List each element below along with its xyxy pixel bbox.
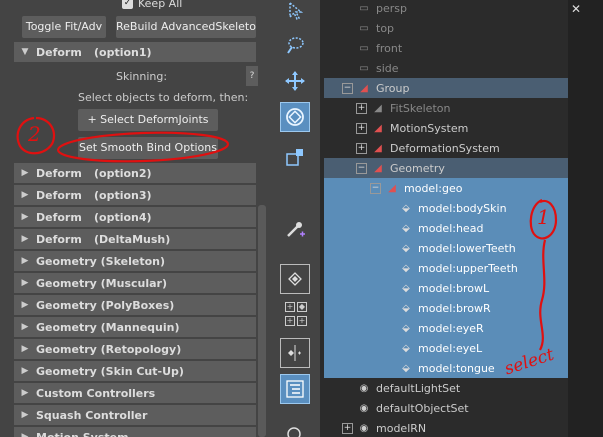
annotation-label-2: 2 — [28, 122, 41, 146]
annotation-circle-smooth-bind — [56, 131, 230, 163]
annotation-line — [538, 239, 547, 351]
annotation-label-1: 1 — [537, 205, 550, 229]
